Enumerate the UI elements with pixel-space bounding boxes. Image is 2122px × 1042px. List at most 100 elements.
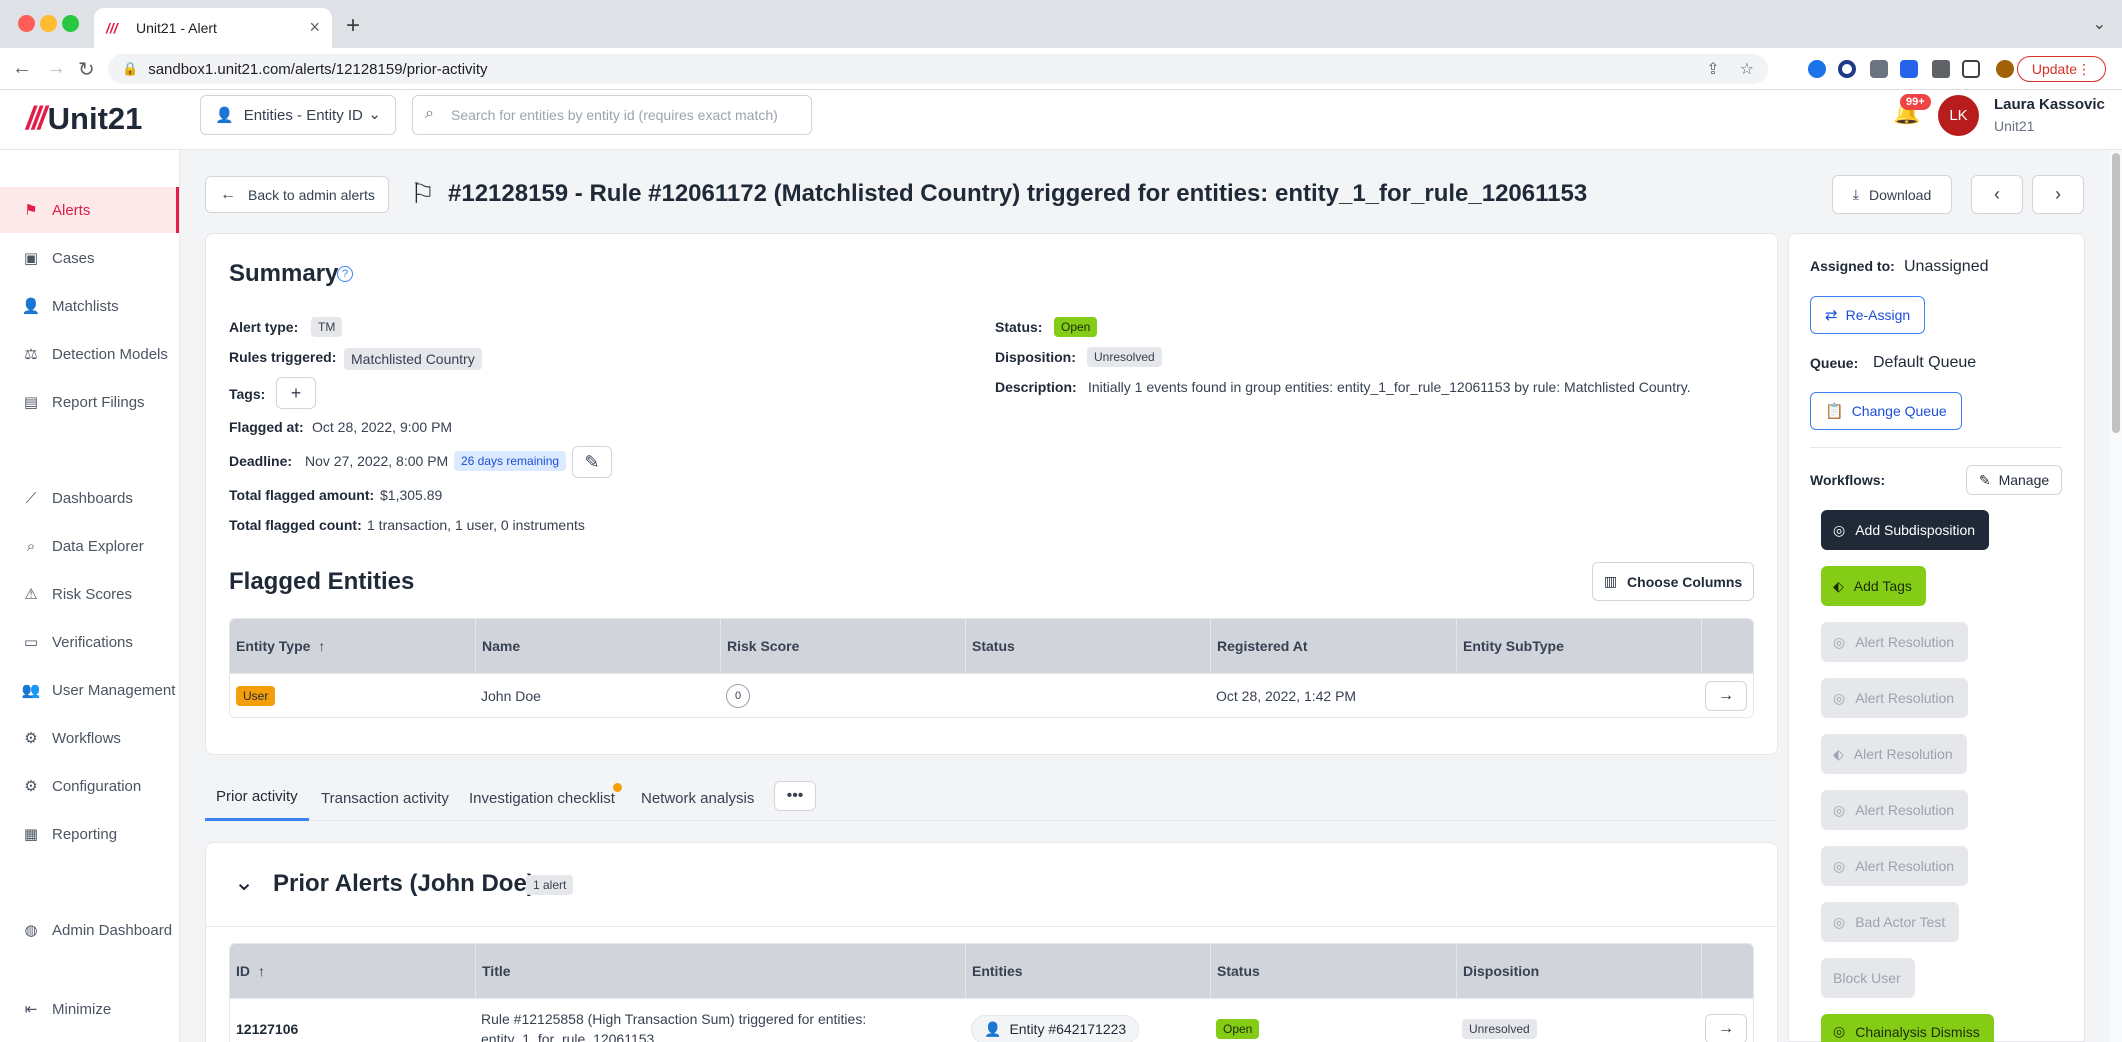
- tab-prior-activity[interactable]: Prior activity: [205, 775, 309, 821]
- share-icon[interactable]: ⇪: [1706, 59, 1719, 79]
- column-header-risk-score[interactable]: Risk Score: [720, 619, 965, 673]
- sidebar-item-data-explorer[interactable]: ⌕ Data Explorer: [0, 523, 179, 569]
- sidebar-item-workflows[interactable]: ⚙ Workflows: [0, 715, 179, 761]
- column-header-entities[interactable]: Entities: [965, 944, 1210, 998]
- alert-resolution-button-4[interactable]: ◎ Alert Resolution: [1821, 790, 1969, 830]
- url-field[interactable]: 🔒 sandbox1.unit21.com/alerts/12128159/pr…: [108, 54, 1768, 84]
- sidebar-item-cases[interactable]: ▣ Cases: [0, 235, 179, 281]
- column-header-disposition[interactable]: Disposition: [1456, 944, 1701, 998]
- extension-1-icon[interactable]: [1808, 60, 1826, 78]
- column-header-id[interactable]: ID ↑: [230, 944, 475, 998]
- sidebar-item-detection-models[interactable]: ⚖ Detection Models: [0, 331, 179, 377]
- minimize-window-button[interactable]: [40, 15, 57, 32]
- collapse-icon: ⇤: [24, 1001, 38, 1018]
- sidebar-item-verifications[interactable]: ▭ Verifications: [0, 619, 179, 665]
- forward-arrow-icon[interactable]: →: [46, 57, 66, 80]
- column-header-status[interactable]: Status: [1210, 944, 1456, 998]
- scrollbar-thumb[interactable]: [2112, 153, 2120, 433]
- column-header-entity-subtype[interactable]: Entity SubType: [1456, 619, 1701, 673]
- download-button[interactable]: ⤓ Download: [1832, 175, 1952, 214]
- sidebar-item-admin-dashboard[interactable]: ◍ Admin Dashboard: [0, 907, 179, 953]
- sidebar-item-report-filings[interactable]: ▤ Report Filings: [0, 379, 179, 425]
- column-header-entity-type[interactable]: Entity Type ↑: [230, 619, 475, 673]
- sort-up-icon: ↑: [258, 963, 265, 979]
- reassign-button[interactable]: ⇄ Re-Assign: [1810, 296, 1926, 334]
- entity-search-input[interactable]: ⌕ Search for entities by entity id (requ…: [412, 95, 812, 135]
- change-queue-button[interactable]: 📋 Change Queue: [1810, 392, 1962, 430]
- close-tab-icon[interactable]: ×: [309, 17, 320, 38]
- browser-tab[interactable]: /// Unit21 - Alert ×: [94, 8, 332, 48]
- tab-transaction-activity[interactable]: Transaction activity: [321, 775, 449, 821]
- extension-2-icon[interactable]: [1838, 60, 1856, 78]
- alert-resolution-button-2[interactable]: ◎ Alert Resolution: [1821, 678, 1969, 718]
- add-tags-button[interactable]: ⬖ Add Tags: [1821, 566, 1926, 606]
- sidebar-item-matchlists[interactable]: 👤 Matchlists: [0, 283, 179, 329]
- total-flagged-amount-label: Total flagged amount:: [229, 487, 375, 503]
- open-alert-button[interactable]: →: [1705, 1014, 1747, 1042]
- back-to-admin-alerts-button[interactable]: ← Back to admin alerts: [205, 176, 389, 213]
- edit-deadline-button[interactable]: ✎: [572, 446, 612, 478]
- table-row[interactable]: 12127106 Rule #12125858 (High Transactio…: [230, 998, 1753, 1042]
- column-header-name[interactable]: Name: [475, 619, 720, 673]
- sidebar-item-risk-scores[interactable]: ⚠ Risk Scores: [0, 571, 179, 617]
- close-window-button[interactable]: [18, 15, 35, 32]
- sidebar-item-user-management[interactable]: 👥 User Management: [0, 667, 179, 713]
- tags-label: Tags:: [229, 386, 266, 402]
- entity-type-select[interactable]: 👤 Entities - Entity ID ⌄: [200, 95, 396, 135]
- collapse-chevron-icon[interactable]: ⌄: [234, 868, 254, 897]
- tab-search-chevron-icon[interactable]: ⌄: [2093, 14, 2106, 34]
- queue-value: Default Queue: [1873, 354, 1977, 371]
- add-tag-button[interactable]: +: [276, 377, 316, 409]
- entity-chip[interactable]: 👤 Entity #642171223: [971, 1014, 1140, 1042]
- alert-resolution-button-1[interactable]: ◎ Alert Resolution: [1821, 622, 1969, 662]
- choose-columns-button[interactable]: ▥ Choose Columns: [1592, 562, 1754, 601]
- manage-workflows-button[interactable]: ✎ Manage: [1966, 465, 2062, 495]
- more-tabs-button[interactable]: •••: [774, 781, 816, 811]
- cell-name: John Doe: [481, 688, 541, 704]
- sidebar-item-dashboards[interactable]: ⟋ Dashboards: [0, 475, 179, 521]
- column-header-status[interactable]: Status: [965, 619, 1210, 673]
- open-entity-button[interactable]: →: [1705, 681, 1747, 711]
- sidebar-item-reporting[interactable]: ▦ Reporting: [0, 811, 179, 857]
- next-alert-button[interactable]: ›: [2032, 175, 2084, 214]
- add-subdisposition-button[interactable]: ◎ Add Subdisposition: [1821, 510, 1990, 550]
- column-header-registered-at[interactable]: Registered At: [1210, 619, 1456, 673]
- tab-investigation-checklist[interactable]: Investigation checklist: [469, 775, 615, 821]
- block-user-button[interactable]: Block User: [1821, 958, 1915, 998]
- tab-network-analysis[interactable]: Network analysis: [641, 775, 754, 821]
- maximize-window-button[interactable]: [62, 15, 79, 32]
- profile-avatar-icon[interactable]: [1996, 60, 2014, 78]
- browser-update-button[interactable]: Update ⋮: [2016, 56, 2106, 82]
- rule-pill[interactable]: Matchlisted Country: [344, 348, 482, 370]
- user-name[interactable]: Laura Kassovic: [1994, 96, 2105, 113]
- sidebar-item-configuration[interactable]: ⚙ Configuration: [0, 763, 179, 809]
- unit21-logo[interactable]: /// Unit21: [26, 100, 142, 137]
- sidebar-minimize[interactable]: ⇤ Minimize: [0, 986, 179, 1032]
- previous-alert-button[interactable]: ‹: [1971, 175, 2023, 214]
- reload-icon[interactable]: ↻: [78, 57, 95, 82]
- bad-actor-test-button[interactable]: ◎ Bad Actor Test: [1821, 902, 1960, 942]
- puzzle-icon[interactable]: [1932, 60, 1950, 78]
- unit21-mark-icon: ///: [26, 100, 47, 136]
- alert-resolution-button-5[interactable]: ◎ Alert Resolution: [1821, 846, 1969, 886]
- column-label: Title: [482, 963, 511, 979]
- sidepanel-icon[interactable]: [1962, 60, 1980, 78]
- app-header: /// Unit21 👤 Entities - Entity ID ⌄ ⌕ Se…: [0, 90, 2122, 150]
- sidebar-item-label: Workflows: [52, 729, 121, 747]
- back-arrow-icon[interactable]: ←: [12, 57, 32, 80]
- chainalysis-dismiss-button[interactable]: ◎ Chainalysis Dismiss: [1821, 1014, 1994, 1042]
- help-icon[interactable]: ?: [337, 266, 353, 282]
- user-avatar[interactable]: LK: [1938, 95, 1979, 136]
- new-tab-icon[interactable]: +: [346, 12, 360, 40]
- bookmark-star-icon[interactable]: ☆: [1740, 59, 1754, 79]
- alert-resolution-button-3[interactable]: ⬖ Alert Resolution: [1821, 734, 1967, 774]
- risk-score-badge: 0: [726, 684, 750, 708]
- column-header-title[interactable]: Title: [475, 944, 965, 998]
- sidebar-item-alerts[interactable]: ⚑ Alerts: [0, 187, 179, 233]
- entity-type-badge: User: [236, 686, 276, 706]
- cell-id: 12127106: [236, 1021, 299, 1037]
- table-row[interactable]: User John Doe 0 Oct 28, 2022, 1:42 PM →: [230, 673, 1753, 717]
- extension-4-icon[interactable]: [1900, 60, 1918, 78]
- extension-3-icon[interactable]: [1870, 60, 1888, 78]
- cell-registered-at: Oct 28, 2022, 1:42 PM: [1216, 688, 1357, 704]
